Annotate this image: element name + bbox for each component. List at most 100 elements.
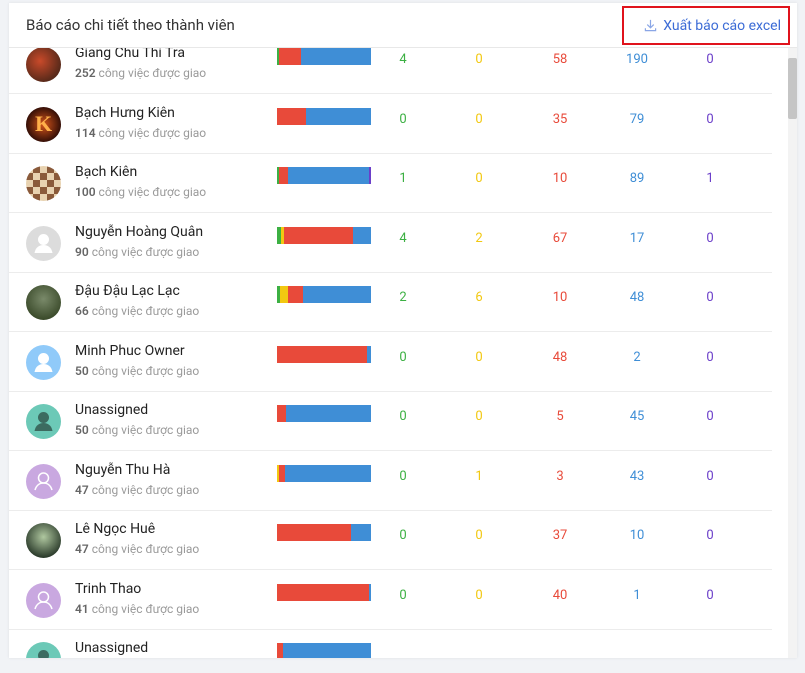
photo-icon <box>26 285 61 320</box>
completed-count[interactable]: 4 <box>383 52 423 67</box>
pending-count[interactable]: 6 <box>459 290 499 305</box>
in-progress-count[interactable]: 17 <box>617 231 657 246</box>
member-row[interactable]: Nguyễn Thu Hà 47 công việc được giao 0 1 3 43… <box>9 452 772 511</box>
pending-count[interactable]: 0 <box>459 528 499 543</box>
member-name[interactable]: Nguyễn Thu Hà <box>75 462 170 478</box>
overdue-count[interactable]: 10 <box>540 171 580 186</box>
member-name[interactable]: Giang Chu Thi Tra <box>75 47 185 61</box>
task-status-bar <box>277 167 372 184</box>
member-row[interactable]: Nguyễn Hoàng Quân 90 công việc được giao 4… <box>9 214 772 273</box>
overdue-count[interactable]: 35 <box>540 112 580 127</box>
completed-count[interactable]: 0 <box>383 528 423 543</box>
other-count[interactable]: 0 <box>690 112 730 127</box>
overdue-count[interactable]: 40 <box>540 588 580 603</box>
member-row[interactable]: Bạch Kiên 100 công việc được giao 1 0 10 89 1 <box>9 154 772 213</box>
other-count[interactable]: 0 <box>690 528 730 543</box>
member-row[interactable]: K Bạch Hưng Kiên 114 công việc được giao 0 0… <box>9 95 772 154</box>
member-name[interactable]: Bạch Hưng Kiên <box>75 105 175 121</box>
task-count-value: 41 <box>75 601 89 616</box>
pending-count[interactable]: 1 <box>459 469 499 484</box>
in-progress-count[interactable]: 190 <box>617 52 657 67</box>
in-progress-count[interactable]: 48 <box>617 290 657 305</box>
member-name[interactable]: Đậu Đậu Lạc Lạc <box>75 283 180 299</box>
in-progress-count[interactable]: 2 <box>617 350 657 365</box>
member-row[interactable]: Unassigned 50 công việc được giao 0 0 5 45 0 <box>9 392 772 451</box>
in-progress-count[interactable]: 10 <box>617 528 657 543</box>
pending-count[interactable]: 0 <box>459 409 499 424</box>
member-name[interactable]: Nguyễn Hoàng Quân <box>75 224 203 240</box>
pending-count[interactable]: 0 <box>459 52 499 67</box>
in-progress-count[interactable]: 89 <box>617 171 657 186</box>
member-name[interactable]: Minh Phuc Owner <box>75 343 185 359</box>
overdue-count[interactable]: 37 <box>540 528 580 543</box>
completed-count[interactable]: 0 <box>383 469 423 484</box>
overdue-count[interactable]: 67 <box>540 231 580 246</box>
completed-count[interactable]: 0 <box>383 588 423 603</box>
pending-count[interactable]: 0 <box>459 350 499 365</box>
task-status-bar <box>277 464 371 482</box>
overdue-count[interactable]: 58 <box>540 52 580 67</box>
in-progress-count[interactable]: 45 <box>617 409 657 424</box>
completed-count[interactable]: 1 <box>383 171 423 186</box>
overdue-count[interactable]: 3 <box>540 469 580 484</box>
other-count[interactable]: 0 <box>690 52 730 67</box>
other-count[interactable]: 0 <box>690 350 730 365</box>
assigned-task-count: 90 công việc được giao <box>75 244 200 259</box>
pending-count[interactable]: 2 <box>459 231 499 246</box>
completed-count[interactable]: 2 <box>383 290 423 305</box>
overdue-count[interactable]: 5 <box>540 409 580 424</box>
in-progress-count[interactable]: 1 <box>617 588 657 603</box>
in-progress-count[interactable]: 43 <box>617 469 657 484</box>
user-icon <box>26 642 61 658</box>
pending-count[interactable]: 0 <box>459 588 499 603</box>
in-progress-segment <box>351 524 371 541</box>
task-count-value: 66 <box>75 304 89 318</box>
member-name[interactable]: Lê Ngọc Huê <box>75 521 155 537</box>
member-name[interactable]: Bạch Kiên <box>75 164 137 180</box>
assigned-task-count: 252 công việc được giao <box>75 66 207 80</box>
member-row[interactable]: Minh Phuc Owner 50 công việc được giao 0 0 4… <box>9 333 772 392</box>
export-excel-button[interactable]: Xuất báo cáo excel <box>622 6 790 45</box>
member-row[interactable]: Giang Chu Thi Tra 252 công việc được giao… <box>9 47 772 94</box>
overdue-count[interactable]: 48 <box>540 350 580 365</box>
pending-count[interactable]: 0 <box>459 112 499 127</box>
overdue-segment <box>277 583 369 601</box>
member-name[interactable]: Trinh Thao <box>75 581 141 597</box>
assigned-task-count: 47 công việc được giao <box>75 542 200 556</box>
other-count[interactable]: 0 <box>690 231 730 246</box>
in-progress-count[interactable]: 79 <box>617 112 657 127</box>
overdue-segment <box>277 345 368 363</box>
completed-count[interactable]: 0 <box>383 112 423 127</box>
completed-count[interactable]: 0 <box>383 409 423 424</box>
task-status-bar <box>277 48 371 65</box>
task-status-bar <box>277 643 371 658</box>
other-count[interactable]: 0 <box>690 409 730 424</box>
other-count[interactable]: 0 <box>690 469 730 484</box>
other-count[interactable]: 0 <box>690 588 730 603</box>
pending-count[interactable]: 0 <box>459 171 499 186</box>
overdue-segment <box>283 226 354 244</box>
task-count-value: 114 <box>75 125 96 140</box>
scrollbar-thumb[interactable] <box>788 58 797 119</box>
member-name[interactable]: Unassigned <box>75 402 148 418</box>
user-outline-icon <box>26 463 61 499</box>
member-report-panel: Báo cáo chi tiết theo thành viên Xuất bá… <box>9 3 797 658</box>
in-progress-segment <box>286 405 371 422</box>
other-segment <box>368 167 372 184</box>
panel-header: Báo cáo chi tiết theo thành viên Xuất bá… <box>9 3 797 48</box>
member-row[interactable]: Trinh Thao 41 công việc được giao 0 0 40 1 0 <box>9 571 772 630</box>
scrollbar-track[interactable] <box>788 47 797 658</box>
member-row[interactable]: Lê Ngọc Huê 47 công việc được giao 0 0 37 10 0 <box>9 511 772 570</box>
member-name[interactable]: Unassigned <box>75 640 148 656</box>
user-icon <box>26 344 61 380</box>
completed-count[interactable]: 4 <box>383 231 423 246</box>
panel-title: Báo cáo chi tiết theo thành viên <box>26 16 235 34</box>
member-list: Giang Chu Thi Tra 252 công việc được giao… <box>9 47 772 658</box>
in-progress-segment <box>367 345 371 363</box>
member-row[interactable]: Đậu Đậu Lạc Lạc 66 công việc được giao 2 6 1… <box>9 273 772 332</box>
overdue-count[interactable]: 10 <box>540 290 580 305</box>
completed-count[interactable]: 0 <box>383 350 423 365</box>
other-count[interactable]: 1 <box>690 171 730 186</box>
member-row[interactable]: Unassigned <box>9 630 772 658</box>
other-count[interactable]: 0 <box>690 290 730 305</box>
